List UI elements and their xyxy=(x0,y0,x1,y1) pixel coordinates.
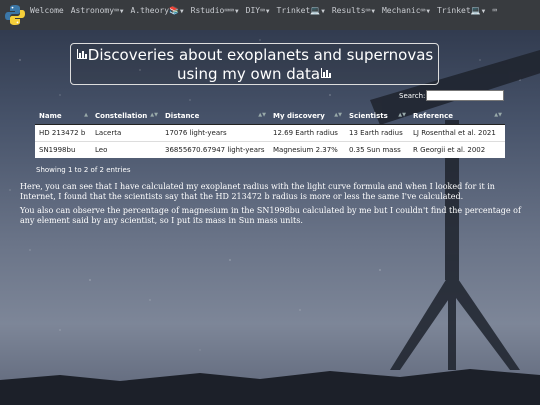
sort-arrow-icon: ▲▼ xyxy=(334,112,342,118)
chevron-down-icon: ▼ xyxy=(481,8,486,15)
nav-astronomy[interactable]: Astronomy⌨︎▼ xyxy=(71,6,124,17)
nav-a-theory[interactable]: A.theory📚▼ xyxy=(131,6,184,17)
chevron-down-icon: ▼ xyxy=(371,8,375,15)
chevron-down-icon: ▼ xyxy=(321,8,325,15)
sort-arrow-icon: ▲▼ xyxy=(258,112,266,118)
search-input[interactable] xyxy=(426,90,504,101)
column-header-name[interactable]: Name ▲ xyxy=(35,108,91,125)
page-title: Discoveries about exoplanets and superno… xyxy=(70,43,439,85)
sort-arrow-icon: ▲▼ xyxy=(494,112,502,118)
nav-trinket-label: Trinket💻 xyxy=(276,6,321,15)
chevron-down-icon: ▼ xyxy=(235,8,239,15)
column-header-scientists[interactable]: Scientists ▲▼ xyxy=(345,108,409,125)
table-row[interactable]: SN1998bu Leo 36855670.67947 light-years … xyxy=(35,141,505,158)
cell-constellation: Lacerta xyxy=(91,124,161,142)
cell-name: HD 213472 b xyxy=(35,124,91,142)
nav-diy[interactable]: DIY⌨︎▼ xyxy=(246,6,270,17)
cell-scientists: 0.35 Sun mass xyxy=(345,141,409,158)
nav-rstudio-label: Rstudio⌨︎⌨︎ xyxy=(190,6,234,15)
nav-rstudio[interactable]: Rstudio⌨︎⌨︎▼ xyxy=(191,6,239,17)
sort-arrow-icon: ▲▼ xyxy=(150,112,158,118)
chevron-down-icon: ▼ xyxy=(265,8,270,15)
nav-diy-label: DIY⌨︎ xyxy=(245,6,265,15)
page-title-line2: using my own data xyxy=(176,65,321,83)
cell-name: SN1998bu xyxy=(35,141,91,158)
nav-astronomy-label: Astronomy⌨︎ xyxy=(70,6,119,15)
nav-trinket-2[interactable]: Trinket💻▼ xyxy=(437,6,485,17)
column-header-constellation[interactable]: Constellation ▲▼ xyxy=(91,108,161,125)
cell-distance: 36855670.67947 light-years xyxy=(161,141,269,158)
search-label: Search: xyxy=(399,92,426,100)
column-header-label: Constellation xyxy=(95,112,148,120)
cell-constellation: Leo xyxy=(91,141,161,158)
column-header-my-discovery[interactable]: My discovery ▲▼ xyxy=(269,108,345,125)
cell-reference: LJ Rosenthal et al. 2021 xyxy=(409,124,505,142)
column-header-label: Scientists xyxy=(349,112,388,120)
sort-arrow-icon: ▲ xyxy=(84,112,88,118)
sort-arrow-icon: ▲▼ xyxy=(398,112,406,118)
nav-extra[interactable]: ⌨︎ xyxy=(492,6,497,17)
column-header-label: Name xyxy=(39,112,62,120)
column-header-distance[interactable]: Distance ▲▼ xyxy=(161,108,269,125)
nav-extra-label: ⌨︎ xyxy=(492,6,498,15)
nav-welcome-label: Welcome xyxy=(30,6,64,15)
column-header-label: Reference xyxy=(413,112,454,120)
column-header-reference[interactable]: Reference ▲▼ xyxy=(409,108,505,125)
nav-mechanic[interactable]: Mechanic⌨︎▼ xyxy=(382,6,430,17)
nav-results-label: Results⌨︎ xyxy=(331,6,371,15)
chevron-down-icon: ▼ xyxy=(180,8,184,15)
paragraph-exoplanet: Here, you can see that I have calculated… xyxy=(20,182,495,201)
cell-my-discovery: Magnesium 2.37% xyxy=(269,141,345,158)
bar-chart-icon xyxy=(320,65,332,84)
nav-mechanic-label: Mechanic⌨︎ xyxy=(381,6,426,15)
bar-chart-icon xyxy=(76,46,88,65)
chevron-down-icon: ▼ xyxy=(426,8,430,15)
column-header-label: My discovery xyxy=(273,112,325,120)
mountain-silhouette xyxy=(0,369,540,405)
nav-trinket-2-label: Trinket💻 xyxy=(436,6,481,15)
table-row[interactable]: HD 213472 b Lacerta 17076 light-years 12… xyxy=(35,124,505,142)
table-header-row: Name ▲ Constellation ▲▼ Distance ▲▼ My disc… xyxy=(35,108,505,125)
cell-distance: 17076 light-years xyxy=(161,124,269,142)
discoveries-table: Name ▲ Constellation ▲▼ Distance ▲▼ My disc… xyxy=(35,108,505,158)
nav-a-theory-label: A.theory📚 xyxy=(130,6,180,15)
python-logo-icon[interactable] xyxy=(0,0,30,30)
nav-welcome[interactable]: Welcome xyxy=(30,6,64,17)
paragraph-supernova: You also can observe the percentage of m… xyxy=(20,206,521,225)
cell-my-discovery: 12.69 Earth radius xyxy=(269,124,345,142)
top-navbar: Welcome Astronomy⌨︎▼ A.theory📚▼ Rstudio⌨… xyxy=(0,0,540,30)
page-title-line1: Discoveries about exoplanets and superno… xyxy=(87,46,434,64)
nav-trinket[interactable]: Trinket💻▼ xyxy=(277,6,325,17)
chevron-down-icon: ▼ xyxy=(119,8,124,15)
table-info: Showing 1 to 2 of 2 entries xyxy=(36,166,131,174)
cell-reference: R Georgii et al. 2002 xyxy=(409,141,505,158)
nav-results[interactable]: Results⌨︎▼ xyxy=(332,6,375,17)
column-header-label: Distance xyxy=(165,112,200,120)
cell-scientists: 13 Earth radius xyxy=(345,124,409,142)
